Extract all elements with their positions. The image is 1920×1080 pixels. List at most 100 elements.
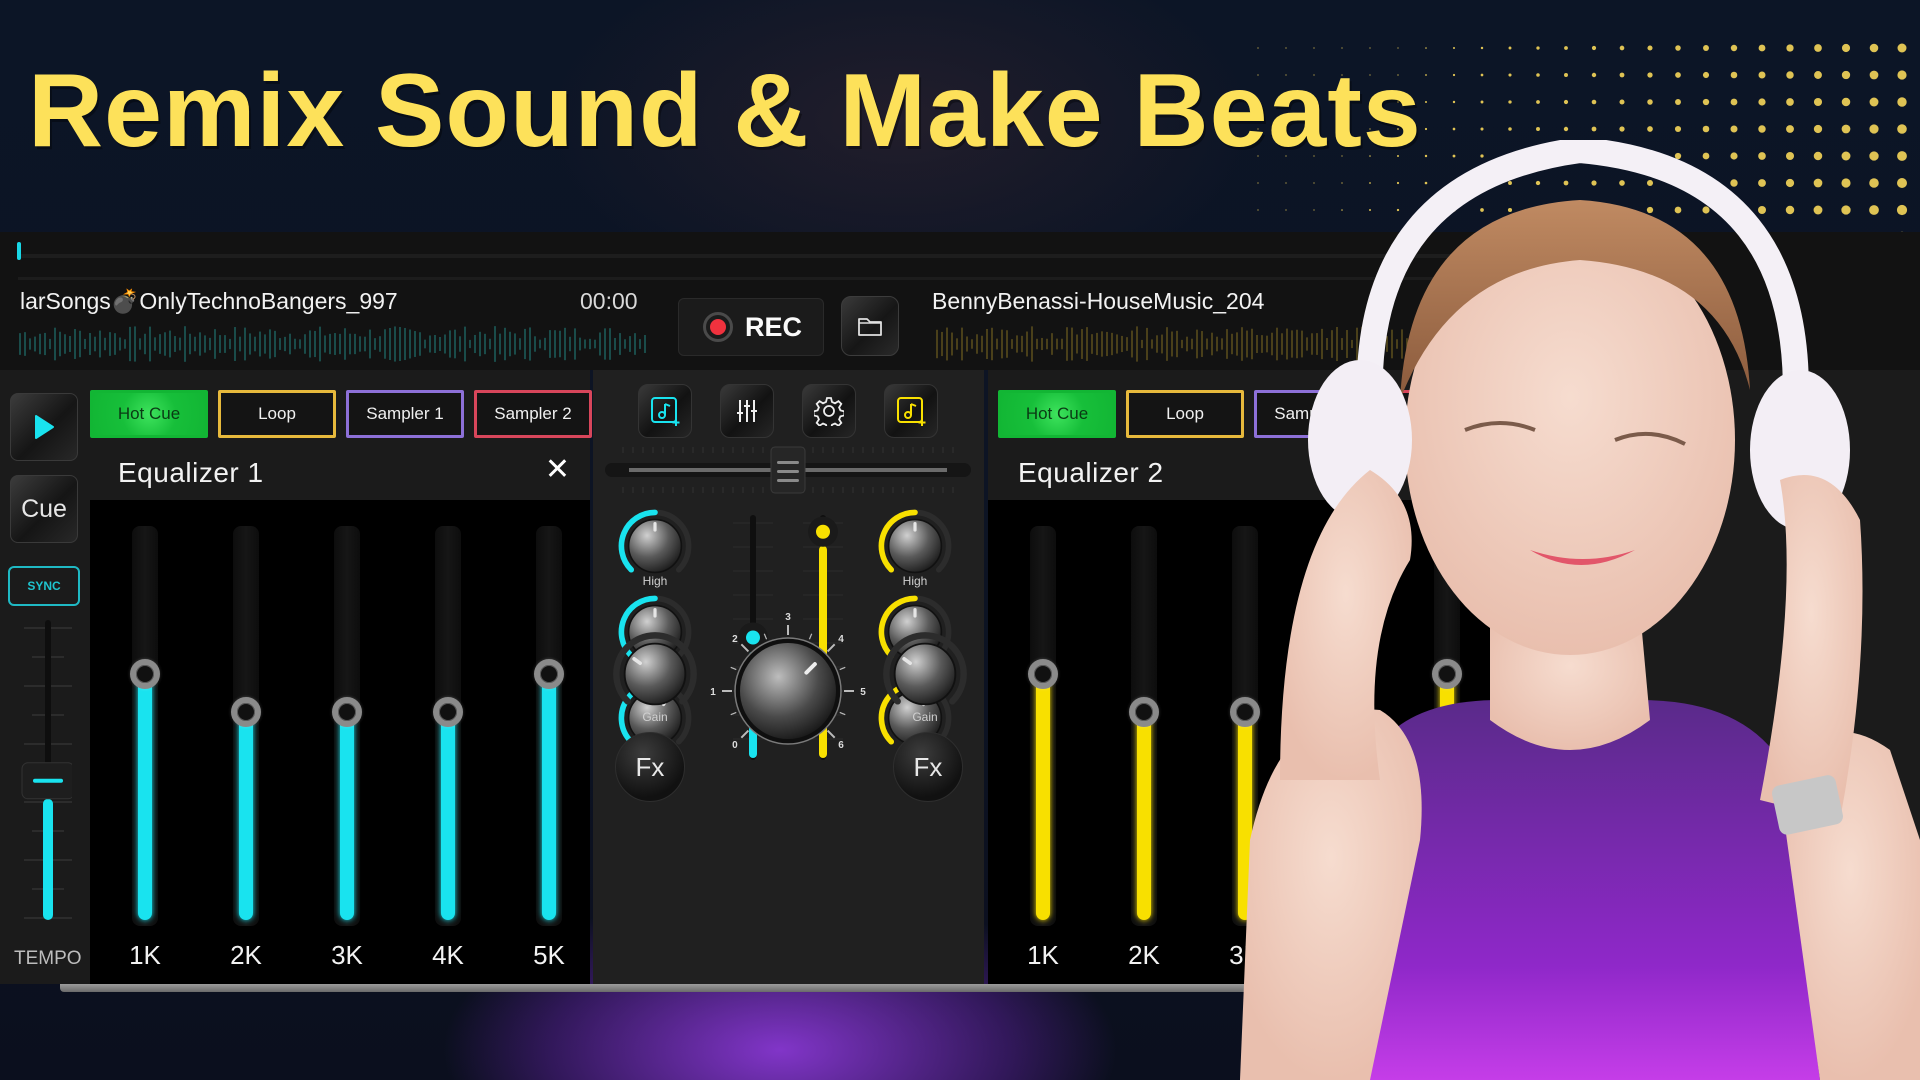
master-scale-label: 2 <box>732 634 738 645</box>
sampler-2-button[interactable]: Sampler 2 <box>474 390 592 438</box>
halftone-dot <box>1619 126 1625 132</box>
eq-thumb[interactable] <box>332 697 362 727</box>
halftone-dot <box>1647 99 1653 105</box>
eq-band-1k[interactable]: 1K <box>115 500 175 984</box>
knob-label: Gain <box>642 710 668 724</box>
play-button[interactable] <box>10 393 78 461</box>
master-volume-knob[interactable]: 0 1 2 3 4 5 6 <box>705 608 871 774</box>
halftone-dot <box>1674 125 1682 133</box>
halftone-dot <box>1425 74 1427 76</box>
halftone-dot <box>1424 100 1428 104</box>
eq-level-fill <box>239 722 253 920</box>
eq-thumb[interactable] <box>534 659 564 689</box>
eq-band-2k[interactable]: 2K <box>1114 500 1174 984</box>
deck-a-pad-row: Hot Cue Loop Sampler 1 Sampler 2 <box>90 390 592 438</box>
knob-cap <box>623 642 687 706</box>
master-scale-tick <box>730 666 737 671</box>
eq-thumb[interactable] <box>231 697 261 727</box>
halftone-dot <box>1508 73 1512 77</box>
halftone-dot <box>1480 46 1484 50</box>
halftone-dot <box>1841 124 1851 134</box>
eq-band-label: 5K <box>533 940 565 970</box>
record-button[interactable]: REC <box>678 298 824 356</box>
halftone-dot <box>1452 46 1456 50</box>
eq-band-1k[interactable]: 1K <box>1013 500 1073 984</box>
master-knob-cap <box>740 643 836 739</box>
knob-dial <box>613 632 697 706</box>
eq-thumb[interactable] <box>1129 697 1159 727</box>
halftone-dot <box>1841 43 1851 53</box>
halftone-dot <box>1536 127 1540 131</box>
halftone-dot <box>1869 70 1879 80</box>
halftone-dot <box>1786 44 1794 52</box>
halftone-dot <box>1536 100 1540 104</box>
eq-title: Equalizer 2 <box>1018 456 1164 488</box>
eq-knob-b-high[interactable]: High <box>875 506 959 598</box>
halftone-dot <box>1786 98 1794 106</box>
halftone-dot <box>1508 46 1512 50</box>
deck-a-waveform[interactable] <box>18 324 648 364</box>
eq-band-2k[interactable]: 2K <box>216 500 276 984</box>
halftone-dot <box>1369 47 1371 49</box>
hot-cue-button[interactable]: Hot Cue <box>998 390 1116 438</box>
cue-button[interactable]: Cue <box>10 475 78 543</box>
halftone-dot <box>1675 72 1681 78</box>
eq-band-5k[interactable]: 5K <box>519 500 579 984</box>
halftone-dot <box>1341 47 1343 49</box>
halftone-dot <box>1869 43 1879 53</box>
gain-knob-deck-b[interactable]: Gain <box>879 628 971 738</box>
close-icon[interactable]: ✕ <box>545 452 570 487</box>
eq-band-4k[interactable]: 4K <box>418 500 478 984</box>
halftone-dot <box>1508 100 1512 104</box>
eq-thumb[interactable] <box>130 659 160 689</box>
sampler-1-button[interactable]: Sampler 1 <box>346 390 464 438</box>
eq-level-fill <box>542 684 556 920</box>
master-scale-label: 4 <box>838 634 844 645</box>
halftone-dot <box>1591 126 1597 132</box>
fx-button-deck-a[interactable]: Fx <box>615 732 685 802</box>
halftone-dot <box>1869 97 1879 107</box>
fx-button-deck-b[interactable]: Fx <box>893 732 963 802</box>
eq-title: Equalizer 1 <box>118 456 264 488</box>
halftone-dot <box>1619 45 1625 51</box>
tempo-thumb-indicator <box>33 778 63 783</box>
hot-cue-button[interactable]: Hot Cue <box>90 390 208 438</box>
cue-label: Cue <box>21 494 67 523</box>
deck-a-track-name: larSongs💣OnlyTechnoBangers_997 <box>20 288 398 314</box>
eq-band-label: 2K <box>1128 940 1160 970</box>
master-scale-tick <box>826 729 836 739</box>
mixer: HighMidLow HighMidLow Gain Gain Fx Fx 01… <box>593 370 984 984</box>
master-scale-tick <box>839 666 846 671</box>
knob-cap <box>893 642 957 706</box>
halftone-dot <box>1452 127 1456 131</box>
halftone-dot <box>1452 100 1456 104</box>
master-scale-tick <box>740 729 750 739</box>
halftone-dot <box>1758 71 1766 79</box>
knob-label: High <box>902 574 928 588</box>
sync-button[interactable]: SYNC <box>8 566 80 606</box>
eq-thumb[interactable] <box>1028 659 1058 689</box>
halftone-dot <box>1536 73 1540 77</box>
halftone-dot <box>1591 45 1597 51</box>
halftone-dot <box>1619 72 1625 78</box>
halftone-dot <box>1647 126 1653 132</box>
halftone-dot <box>1814 71 1822 79</box>
loop-button[interactable]: Loop <box>218 390 336 438</box>
gain-a-dial[interactable]: Gain <box>609 628 697 724</box>
deck-a: Cue SYNC TEMPO Hot Cue Loop Sampler 1 Sa… <box>0 370 592 984</box>
halftone-dot <box>1730 44 1738 52</box>
progress-playhead[interactable] <box>17 242 21 260</box>
master-scale-label: 0 <box>732 740 738 751</box>
eq-band-label: 4K <box>432 940 464 970</box>
record-label: REC <box>745 311 803 342</box>
eq-level-fill <box>138 684 152 920</box>
master-scale-tick <box>763 633 768 640</box>
halftone-dot <box>1285 47 1287 49</box>
eq-band-3k[interactable]: 3K <box>317 500 377 984</box>
open-folder-button[interactable] <box>841 296 899 356</box>
eq-thumb[interactable] <box>433 697 463 727</box>
halftone-dot <box>1675 99 1681 105</box>
gain-b-dial[interactable]: Gain <box>879 628 967 724</box>
gain-knob-deck-a[interactable]: Gain <box>609 628 701 738</box>
tempo-slider[interactable] <box>12 620 72 930</box>
